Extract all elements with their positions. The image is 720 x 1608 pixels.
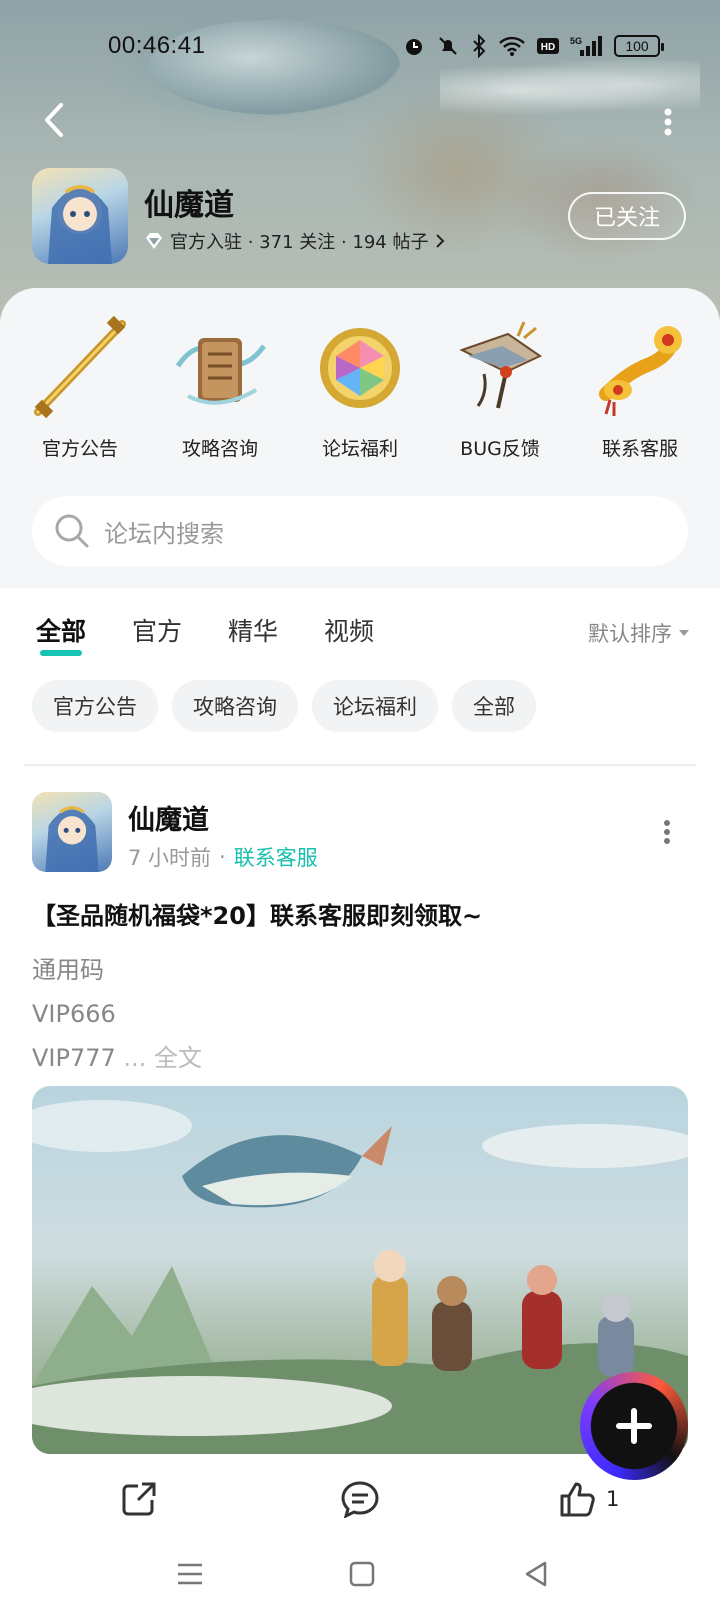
diamond-verified-icon	[146, 233, 162, 249]
svg-text:5G: 5G	[570, 36, 582, 46]
ellipsis: ...	[123, 1044, 147, 1072]
post-category[interactable]: 联系客服	[234, 842, 318, 872]
back-nav-button[interactable]	[514, 1552, 558, 1596]
bluetooth-icon	[473, 34, 486, 58]
battery-indicator: 100	[614, 35, 664, 57]
read-full-link[interactable]: 全文	[154, 1044, 202, 1072]
golden-staff-icon	[34, 316, 126, 419]
quick-link-announcement[interactable]: 官方公告	[10, 316, 150, 466]
post-time: 7 小时前	[128, 846, 212, 870]
quick-link-guide[interactable]: 攻略咨询	[150, 316, 290, 466]
back-button[interactable]	[34, 98, 74, 142]
post-more-button[interactable]	[652, 812, 682, 852]
post-excerpt[interactable]: 通用码 VIP666 VIP777 ... 全文	[32, 948, 202, 1080]
quick-link-label: 官方公告	[41, 438, 118, 460]
quick-link-label: 论坛福利	[321, 438, 398, 460]
category-chips: 官方公告 攻略咨询 论坛福利 全部	[32, 680, 536, 732]
like-button[interactable]: 1	[558, 1480, 619, 1518]
game-meta-text: 官方入驻 · 371 关注 · 194 帖子	[170, 232, 429, 253]
game-title: 仙魔道	[144, 188, 234, 223]
more-vertical-icon	[664, 108, 672, 136]
rainbow-gem-icon	[320, 328, 400, 408]
system-nav-bar	[0, 1540, 720, 1608]
feed-tabs: 全部 官方 精华 视频	[36, 612, 374, 656]
quick-link-label: 联系客服	[601, 438, 678, 460]
post-actions: 1	[0, 1480, 720, 1532]
post-meta: 7 小时前 · 联系客服	[128, 842, 318, 872]
chip-all[interactable]: 全部	[452, 680, 536, 732]
chip-announcement[interactable]: 官方公告	[32, 680, 158, 732]
search-placeholder: 论坛内搜索	[104, 519, 224, 548]
tab-all[interactable]: 全部	[36, 612, 86, 656]
sort-label: 默认排序	[588, 622, 672, 646]
post-line-last: VIP777 ... 全文	[32, 1036, 202, 1080]
comment-button[interactable]	[340, 1480, 380, 1518]
tab-video[interactable]: 视频	[324, 612, 374, 648]
status-time: 00:46:41	[108, 32, 206, 59]
recent-apps-button[interactable]	[168, 1552, 212, 1596]
home-square-icon	[349, 1561, 375, 1587]
post-line: VIP777	[32, 1044, 116, 1072]
more-vertical-icon	[664, 820, 670, 844]
quick-link-welfare[interactable]: 论坛福利	[290, 316, 430, 466]
more-options-button[interactable]	[648, 102, 688, 142]
sort-dropdown[interactable]: 默认排序	[588, 618, 690, 648]
comment-icon	[341, 1481, 379, 1518]
quick-links: 官方公告 攻略咨询 论坛福利 BUG反馈 联系客服	[0, 316, 720, 466]
post-line: VIP666	[32, 1000, 116, 1028]
quick-link-label: 攻略咨询	[181, 438, 258, 460]
game-icon	[32, 168, 128, 264]
search-icon	[55, 514, 89, 548]
game-meta[interactable]: 官方入驻 · 371 关注 · 194 帖子	[144, 228, 445, 254]
status-icons: HD 5G 100	[402, 32, 664, 60]
menu-icon	[178, 1563, 202, 1585]
home-button[interactable]	[340, 1552, 384, 1596]
plus-icon	[616, 1408, 652, 1444]
quick-link-bug[interactable]: BUG反馈	[430, 316, 570, 466]
tab-featured[interactable]: 精华	[228, 612, 278, 648]
forum-search-input[interactable]: 论坛内搜索	[32, 496, 688, 566]
back-triangle-icon	[525, 1561, 547, 1587]
meta-separator: ·	[219, 845, 226, 869]
create-post-button[interactable]	[580, 1372, 688, 1480]
status-bar: 00:46:41 HD 5G 100	[0, 28, 720, 64]
svg-text:HD: HD	[541, 42, 555, 53]
thumbs-up-icon	[560, 1482, 595, 1517]
share-icon	[122, 1482, 156, 1516]
chevron-right-icon	[435, 234, 444, 248]
hd-icon: HD	[537, 38, 559, 54]
post-line: 通用码	[32, 956, 104, 984]
chip-guide[interactable]: 攻略咨询	[172, 680, 298, 732]
scroll-icon	[175, 338, 267, 405]
ruyi-icon	[599, 326, 682, 416]
alarm-icon	[406, 39, 422, 55]
chevron-left-icon	[45, 103, 63, 137]
caret-down-icon	[679, 630, 689, 636]
quick-link-service[interactable]: 联系客服	[570, 316, 710, 466]
like-count: 1	[606, 1487, 620, 1511]
bug-feedback-icon	[459, 321, 543, 409]
wifi-icon	[499, 36, 525, 56]
divider	[24, 764, 696, 766]
post-title[interactable]: 【圣品随机福袋*20】联系客服即刻领取~	[32, 896, 482, 931]
chip-welfare[interactable]: 论坛福利	[312, 680, 438, 732]
post-author-name[interactable]: 仙魔道	[128, 798, 209, 837]
signal-5g-icon: 5G	[570, 36, 602, 56]
post-author-avatar[interactable]	[32, 792, 112, 872]
tab-official[interactable]: 官方	[132, 612, 182, 648]
mute-icon	[439, 37, 457, 55]
quick-link-label: BUG反馈	[460, 438, 540, 460]
share-button[interactable]	[120, 1480, 158, 1518]
follow-button[interactable]: 已关注	[568, 192, 686, 240]
